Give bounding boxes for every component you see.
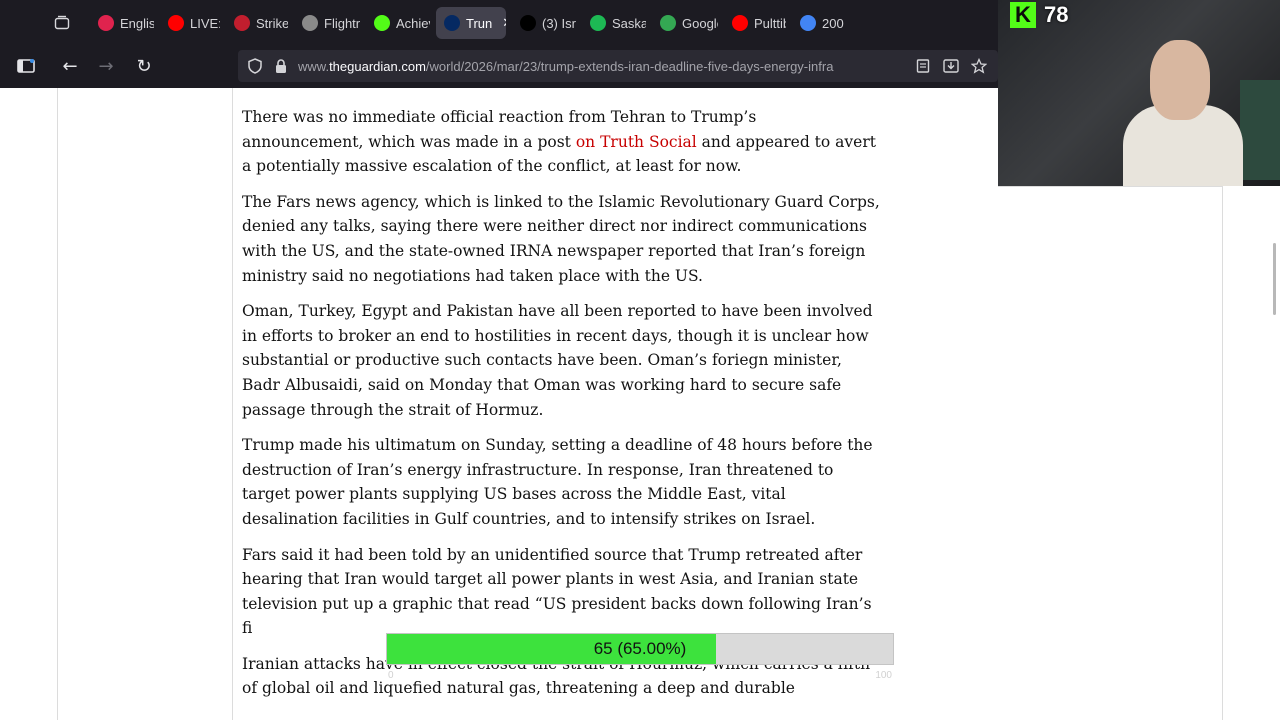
address-bar[interactable]: www.theguardian.com/world/2026/mar/23/tr…: [238, 50, 998, 82]
tab-3-isra[interactable]: (3) Isra: [512, 7, 576, 39]
goal-progress-bar: 65 (65.00%): [386, 633, 894, 665]
bookmark-star-icon[interactable]: [966, 58, 992, 74]
scrollbar-thumb[interactable]: [1273, 243, 1276, 315]
tab-flightra[interactable]: Flightra: [294, 7, 360, 39]
article-paragraph: There was no immediate official reaction…: [242, 108, 876, 176]
tab-achiev[interactable]: Achiev: [366, 7, 430, 39]
close-tab-icon[interactable]: ✕: [502, 15, 506, 31]
tab-label: Google: [682, 15, 718, 31]
tab-label: Trun: [466, 15, 493, 31]
lock-icon[interactable]: [268, 58, 294, 74]
tab-google[interactable]: Google: [652, 7, 718, 39]
red-globe-icon: [98, 15, 114, 31]
sidebar-divider: [998, 186, 1223, 187]
progress-label: 65 (65.00%): [593, 639, 687, 658]
url-domain: theguardian.com: [329, 58, 426, 74]
tab-saskat[interactable]: SaskaT: [582, 7, 646, 39]
article-body: There was no immediate official reaction…: [242, 105, 882, 712]
article-paragraph: Fars said it had been told by an unident…: [242, 545, 872, 638]
url-text[interactable]: www.theguardian.com/world/2026/mar/23/tr…: [294, 59, 910, 74]
tab-overview-icon: [54, 15, 70, 30]
tab-english[interactable]: English: [90, 7, 154, 39]
viewer-count: 78: [1044, 2, 1069, 27]
tab-label: Flightra: [324, 15, 360, 31]
flight-icon: [302, 15, 318, 31]
back-button[interactable]: ←: [52, 48, 88, 84]
tab-strike[interactable]: Strike: [226, 7, 288, 39]
tab-label: Achiev: [396, 15, 430, 31]
left-column-divider: [57, 88, 58, 720]
navigation-bar: ← → ↻ www.theguardian.com/world/2026/mar…: [0, 46, 1000, 86]
reload-button[interactable]: ↻: [126, 48, 162, 84]
x-icon: [520, 15, 536, 31]
reader-view-icon[interactable]: [910, 59, 936, 73]
tab-2003-s[interactable]: 2003 s: [792, 7, 844, 39]
back-arrow-icon: ←: [62, 55, 78, 77]
maps-pin-icon: [660, 15, 676, 31]
progress-scale: 0 100: [386, 670, 894, 684]
kick-logo-icon: K: [1010, 2, 1036, 28]
shield-icon[interactable]: [242, 58, 268, 74]
truth-social-link[interactable]: on Truth Social: [576, 133, 697, 151]
tab-label: English: [120, 15, 154, 31]
url-path: /world/2026/mar/23/trump-extends-iran-de…: [425, 58, 834, 74]
guardian-icon: [444, 15, 460, 31]
tab-label: LIVE: M: [190, 15, 220, 31]
article-paragraph: Oman, Turkey, Egypt and Pakistan have al…: [242, 302, 873, 419]
tab-label: 2003 s: [822, 15, 844, 31]
viewer-count-badge: K 78: [1010, 2, 1068, 28]
tab-pulttib[interactable]: Pulttib: [724, 7, 786, 39]
tab-label: Pulttib: [754, 15, 786, 31]
webcam-background-shelf: [1240, 80, 1280, 180]
streamer-head: [1150, 40, 1210, 120]
forward-arrow-icon: →: [98, 55, 114, 77]
article-column-divider: [232, 88, 233, 720]
sidebar-icon: [17, 59, 35, 73]
tab-live-m[interactable]: LIVE: M: [160, 7, 220, 39]
url-prefix: www.: [298, 58, 330, 74]
tab-trun[interactable]: Trun ✕: [436, 7, 506, 39]
article-paragraph: Trump made his ultimatum on Sunday, sett…: [242, 436, 873, 528]
article-paragraph: The Fars news agency, which is linked to…: [242, 192, 880, 285]
youtube-icon: [168, 15, 184, 31]
mute-icon: [234, 15, 250, 31]
progress-min-label: 0: [388, 670, 394, 681]
reload-icon: ↻: [136, 55, 152, 77]
google-icon: [800, 15, 816, 31]
youtube-icon: [732, 15, 748, 31]
tab-list: English LIVE: M Strike Flightra Achiev Trun ✕ (…: [84, 7, 844, 39]
kick-icon: [374, 15, 390, 31]
tab-overview-button[interactable]: [40, 0, 84, 46]
install-icon[interactable]: [938, 59, 964, 73]
tab-label: SaskaT: [612, 15, 646, 31]
tab-label: (3) Isra: [542, 15, 576, 31]
sidebar-toggle-button[interactable]: [8, 48, 44, 84]
tab-bar: English LIVE: M Strike Flightra Achiev Trun ✕ (…: [0, 0, 1000, 46]
tab-label: Strike: [256, 15, 288, 31]
progress-max-label: 100: [875, 670, 892, 681]
forward-button[interactable]: →: [88, 48, 124, 84]
spotify-icon: [590, 15, 606, 31]
